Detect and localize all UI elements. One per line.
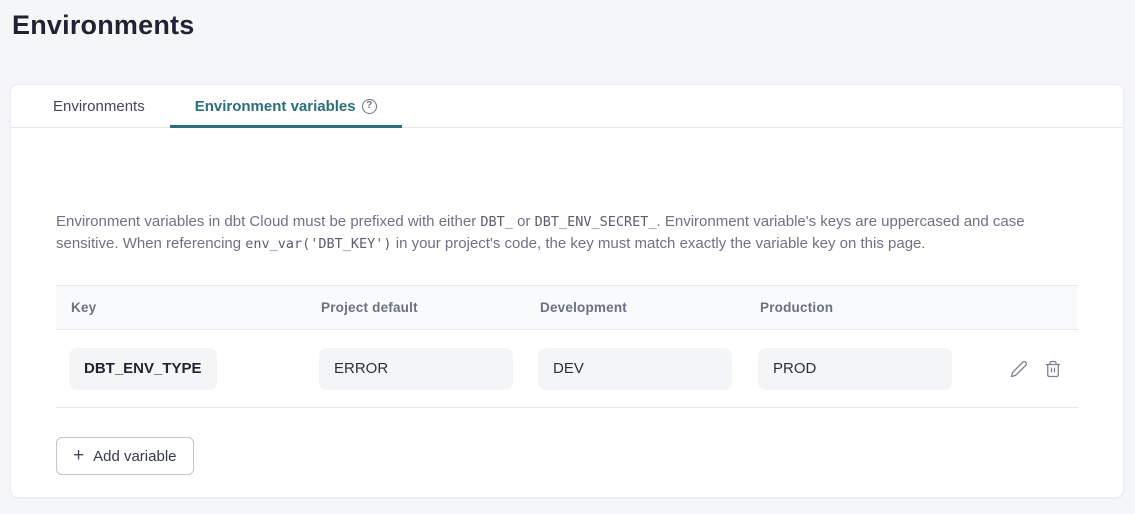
pencil-icon <box>1010 360 1028 378</box>
description-code: env_var('DBT_KEY') <box>245 236 391 252</box>
tab-environments[interactable]: Environments <box>28 85 170 127</box>
variable-key-chip: DBT_ENV_TYPE <box>69 348 217 390</box>
row-actions <box>1001 359 1063 379</box>
column-header: Project default <box>319 300 538 315</box>
tab-environment-variables[interactable]: Environment variables ? <box>170 85 402 127</box>
project-default-value-chip: ERROR <box>319 348 513 390</box>
production-cell: PROD <box>758 348 1001 390</box>
description: Environment variables in dbt Cloud must … <box>56 211 1078 255</box>
delete-variable-button[interactable] <box>1043 359 1063 379</box>
tab-content: Environment variables in dbt Cloud must … <box>11 128 1123 475</box>
edit-variable-button[interactable] <box>1009 359 1029 379</box>
table-body: DBT_ENV_TYPE ERROR DEV PROD <box>56 330 1078 408</box>
description-code: DBT_ <box>480 214 513 230</box>
environment-variables-card: Environments Environment variables ? Env… <box>10 84 1124 498</box>
add-variable-button[interactable]: + Add variable <box>56 437 194 475</box>
tab-bar: Environments Environment variables ? <box>11 85 1123 128</box>
environments-page: Environments <box>0 0 1135 41</box>
column-header: Key <box>69 300 319 315</box>
tab-environment-variables-label: Environment variables <box>195 98 356 115</box>
plus-icon: + <box>73 446 84 465</box>
production-value-chip: PROD <box>758 348 952 390</box>
description-code: DBT_ENV_SECRET_ <box>535 214 657 230</box>
description-text: in your project's code, the key must mat… <box>392 235 926 252</box>
table-row: DBT_ENV_TYPE ERROR DEV PROD <box>56 330 1078 408</box>
project-default-cell: ERROR <box>319 348 538 390</box>
development-cell: DEV <box>538 348 758 390</box>
page-title: Environments <box>12 10 1123 41</box>
column-header: Production <box>758 300 1001 315</box>
trash-icon <box>1044 360 1062 378</box>
environment-variables-table: KeyProject defaultDevelopmentProduction … <box>56 285 1078 408</box>
development-value-chip: DEV <box>538 348 732 390</box>
tab-environments-label: Environments <box>53 98 145 115</box>
description-text: or <box>513 213 535 230</box>
help-question-icon[interactable]: ? <box>362 99 377 114</box>
table-header-row: KeyProject defaultDevelopmentProduction <box>56 285 1078 330</box>
description-text: Environment variables in dbt Cloud must … <box>56 213 480 230</box>
key-cell: DBT_ENV_TYPE <box>69 348 319 390</box>
add-variable-label: Add variable <box>93 448 176 465</box>
column-header: Development <box>538 300 758 315</box>
